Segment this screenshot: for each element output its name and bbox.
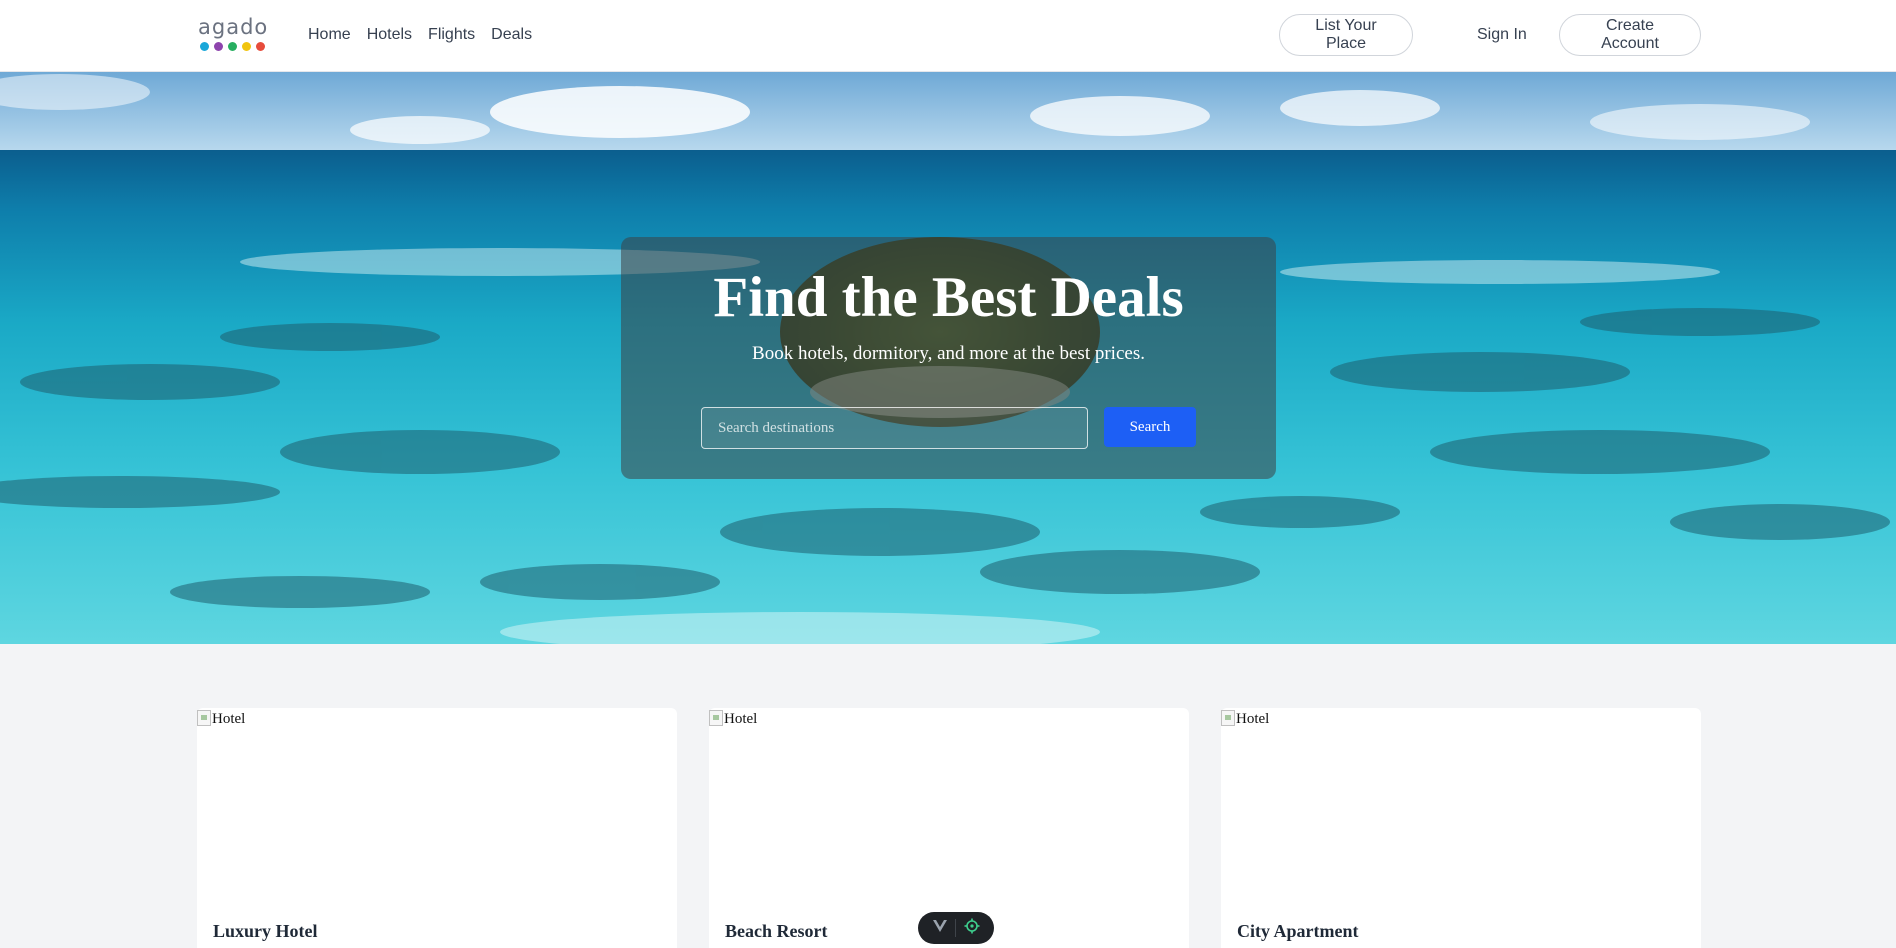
card-image: Hotel bbox=[197, 710, 245, 728]
listing-card[interactable]: Hotel City Apartment bbox=[1221, 708, 1701, 948]
logo-dot bbox=[200, 42, 209, 51]
list-your-place-button[interactable]: List Your Place bbox=[1279, 14, 1413, 56]
create-account-button[interactable]: Create Account bbox=[1559, 14, 1701, 56]
nav-link-home[interactable]: Home bbox=[308, 24, 351, 46]
card-image: Hotel bbox=[709, 710, 757, 728]
card-image-alt-text: Hotel bbox=[1236, 711, 1270, 727]
nav-link-flights[interactable]: Flights bbox=[428, 24, 475, 46]
card-image-alt-text: Hotel bbox=[724, 711, 758, 727]
card-title: Beach Resort bbox=[725, 921, 828, 941]
top-navbar: agado Home Hotels Flights Deals List You… bbox=[0, 0, 1896, 72]
devbar-divider bbox=[955, 919, 957, 937]
target-icon[interactable] bbox=[964, 918, 980, 939]
listing-card[interactable]: Hotel Luxury Hotel bbox=[197, 708, 677, 948]
search-destinations-input[interactable] bbox=[701, 407, 1088, 449]
card-image-alt-text: Hotel bbox=[212, 711, 246, 727]
card-title: City Apartment bbox=[1237, 921, 1359, 941]
broken-image-icon bbox=[1221, 710, 1235, 726]
main-nav: Home Hotels Flights Deals bbox=[308, 24, 532, 46]
logo-text: agado bbox=[198, 15, 269, 39]
broken-image-icon bbox=[197, 710, 211, 726]
logo-dot bbox=[214, 42, 223, 51]
logo-dot bbox=[242, 42, 251, 51]
card-image: Hotel bbox=[1221, 710, 1269, 728]
hero-subtitle: Book hotels, dormitory, and more at the … bbox=[752, 343, 1145, 364]
vue-logo-icon[interactable] bbox=[932, 919, 948, 938]
dev-toolbar[interactable] bbox=[918, 912, 994, 944]
logo-dot bbox=[228, 42, 237, 51]
hero-title: Find the Best Deals bbox=[713, 266, 1184, 329]
logo-dots bbox=[200, 42, 268, 51]
nav-link-deals[interactable]: Deals bbox=[491, 24, 532, 46]
search-button[interactable]: Search bbox=[1104, 407, 1196, 447]
hero-search-card: Find the Best Deals Book hotels, dormito… bbox=[621, 237, 1276, 479]
sign-in-link[interactable]: Sign In bbox=[1477, 24, 1527, 46]
logo-dot bbox=[256, 42, 265, 51]
card-title: Luxury Hotel bbox=[213, 921, 318, 941]
agado-logo[interactable]: agado bbox=[198, 16, 268, 56]
broken-image-icon bbox=[709, 710, 723, 726]
nav-link-hotels[interactable]: Hotels bbox=[367, 24, 412, 46]
hero-section: Find the Best Deals Book hotels, dormito… bbox=[0, 72, 1896, 644]
